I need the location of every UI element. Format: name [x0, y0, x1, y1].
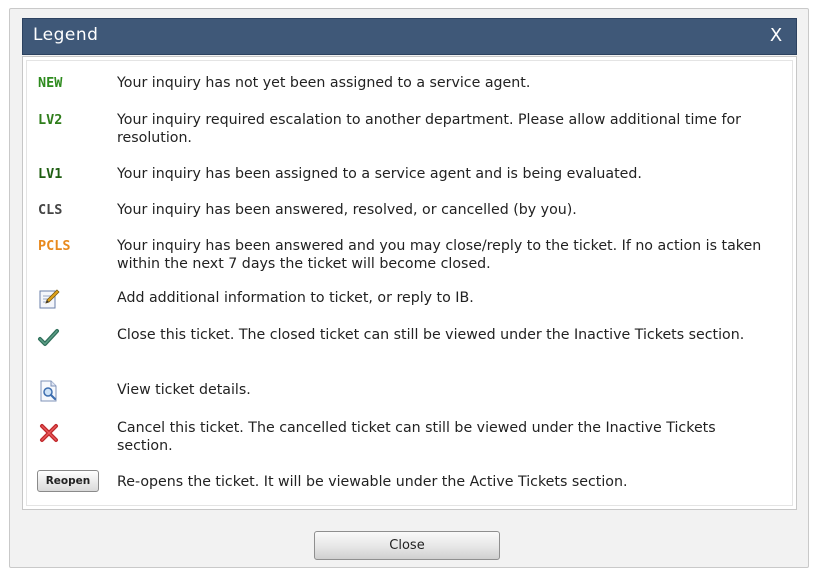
checkmark-icon [37, 326, 63, 352]
action-desc-reopen: Re-opens the ticket. It will be viewable… [117, 474, 628, 490]
action-desc-add-info: Add additional information to ticket, or… [117, 290, 474, 306]
action-desc-cancel-ticket: Cancel this ticket. The cancelled ticket… [117, 420, 716, 454]
action-desc-close-ticket: Close this ticket. The closed ticket can… [117, 327, 745, 343]
status-code-cls: CLS [38, 202, 63, 218]
reopen-button[interactable]: Reopen [37, 470, 99, 492]
dialog-title: Legend [33, 25, 99, 45]
status-desc-pcls: Your inquiry has been answered and you m… [117, 238, 762, 272]
action-desc-view-details: View ticket details. [117, 382, 251, 398]
status-desc-cls: Your inquiry has been answered, resolved… [117, 202, 577, 218]
legend-panel: NEW Your inquiry has not yet been assign… [22, 56, 797, 510]
status-code-pcls: PCLS [38, 238, 71, 254]
status-code-lv1: LV1 [38, 166, 63, 182]
red-x-icon [37, 421, 63, 447]
status-desc-lv1: Your inquiry has been assigned to a serv… [117, 166, 642, 182]
status-desc-lv2: Your inquiry required escalation to anot… [117, 112, 741, 146]
legend-dialog: Legend X NEW Your inquiry has not yet be… [9, 8, 809, 568]
titlebar-close-button[interactable]: X [765, 23, 787, 49]
legend-list: NEW Your inquiry has not yet been assign… [26, 60, 793, 506]
view-document-icon [37, 379, 63, 405]
close-button[interactable]: Close [314, 531, 500, 560]
status-code-new: NEW [38, 75, 63, 91]
status-code-lv2: LV2 [38, 112, 63, 128]
status-desc-new: Your inquiry has not yet been assigned t… [117, 75, 531, 91]
edit-note-icon [37, 287, 63, 313]
dialog-titlebar: Legend X [22, 18, 797, 55]
